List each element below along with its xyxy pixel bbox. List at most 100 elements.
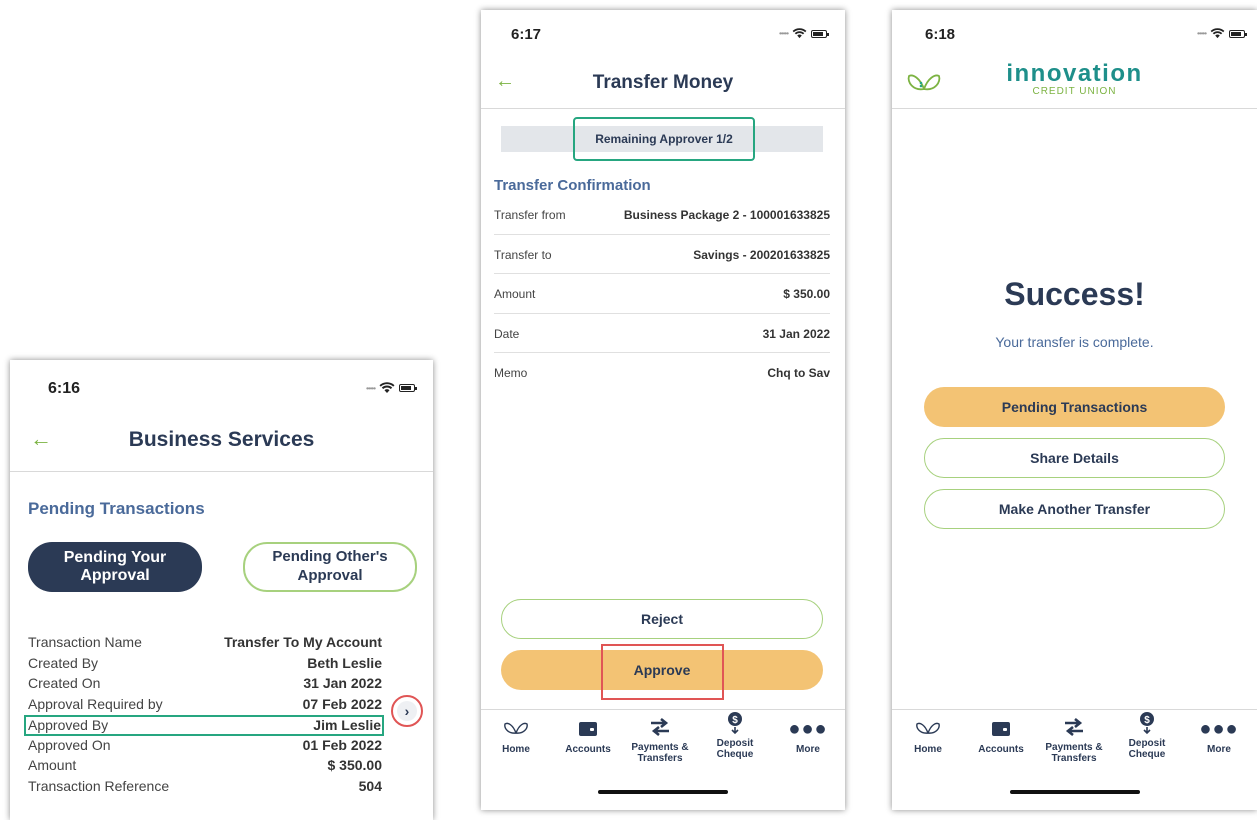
more-dots-icon: ●●● — [1199, 718, 1239, 740]
screen-transfer-money: 6:17 ••••• ← Transfer Money Remaining Ap… — [481, 10, 845, 810]
transfer-arrows-icon — [1065, 718, 1083, 736]
tab-payments-label-1: Payments & — [631, 742, 689, 753]
transfer-arrows-icon — [651, 718, 669, 736]
detail-value: 07 Feb 2022 — [302, 695, 382, 712]
status-bar: 6:17 ••••• — [481, 10, 845, 46]
svg-text:$: $ — [1144, 715, 1150, 726]
tab-deposit-cheque[interactable]: $ Deposit Cheque — [705, 712, 765, 760]
tab-payments-label-2: Transfers — [1051, 753, 1097, 764]
section-title: Transfer Confirmation — [494, 177, 651, 194]
detail-value: Jim Leslie — [313, 717, 381, 733]
home-indicator — [598, 790, 728, 794]
detail-label: Transaction Reference — [28, 777, 170, 794]
tab-pending-others-approval[interactable]: Pending Other's Approval — [243, 542, 417, 592]
page-title: Transfer Money — [592, 72, 734, 93]
tab-home[interactable]: Home — [486, 718, 546, 755]
tab-payments-transfers[interactable]: Payments & Transfers — [1044, 716, 1104, 764]
screen-success: 6:18 ••••• innovation CREDIT UNION Succe… — [892, 10, 1257, 810]
wallet-icon — [579, 722, 597, 736]
battery-icon — [811, 29, 829, 38]
share-details-label: Share Details — [1030, 450, 1119, 466]
signal-icon: ••••• — [778, 29, 789, 38]
pending-transactions-label: Pending Transactions — [1001, 399, 1148, 415]
battery-icon — [399, 384, 417, 392]
detail-row: Approved On 01 Feb 2022 — [28, 736, 382, 757]
tab-payments-label-1: Payments & — [1045, 742, 1103, 753]
bottom-tab-bar: Home Accounts Payments & Transfers $ Dep… — [892, 709, 1257, 786]
home-indicator — [1009, 790, 1140, 794]
screen-business-services: 6:16 ••••• ← Business Services Pending T… — [10, 360, 433, 820]
detail-row: Amount $ 350.00 — [494, 274, 830, 314]
transaction-details: Transaction Name Transfer To My Account … — [24, 633, 384, 798]
brand-subtitle: CREDIT UNION — [1032, 86, 1117, 97]
detail-row: Approval Required by 07 Feb 2022 — [28, 695, 382, 716]
detail-value: 01 Feb 2022 — [302, 736, 382, 753]
pending-transactions-button[interactable]: Pending Transactions — [924, 387, 1225, 427]
tab-deposit-label-2: Cheque — [716, 749, 754, 760]
detail-row: Amount $ 350.00 — [28, 756, 382, 777]
detail-value: 504 — [358, 777, 382, 794]
status-time: 6:17 — [511, 26, 542, 43]
make-another-transfer-label: Make Another Transfer — [998, 501, 1151, 517]
detail-value: 31 Jan 2022 — [762, 326, 830, 341]
reject-button[interactable]: Reject — [501, 599, 823, 639]
butterfly-icon — [916, 722, 940, 734]
reject-button-label: Reject — [640, 611, 684, 627]
detail-row: Transaction Reference 504 — [28, 777, 382, 798]
success-heading: Success! — [1004, 276, 1145, 312]
detail-label: Created On — [28, 675, 101, 691]
status-bar: 6:16 ••••• — [10, 360, 433, 397]
header-divider — [10, 471, 433, 472]
tab-accounts-label: Accounts — [978, 744, 1024, 755]
confirmation-details: Transfer from Business Package 2 - 10000… — [494, 195, 830, 393]
tab-accounts[interactable]: Accounts — [558, 718, 618, 755]
detail-label: Approval Required by — [28, 695, 163, 712]
detail-row: Date 31 Jan 2022 — [494, 314, 830, 353]
tab-more-label: More — [796, 744, 820, 755]
status-time: 6:18 — [925, 26, 956, 43]
deposit-cheque-icon: $ — [728, 712, 742, 735]
tab-payments-label-2: Transfers — [637, 753, 683, 764]
wifi-icon — [379, 382, 395, 393]
status-icons: ••••• — [1197, 28, 1247, 39]
detail-label: Transfer from — [494, 208, 566, 222]
next-transaction-button[interactable]: › — [391, 695, 423, 727]
tab-deposit-cheque[interactable]: $ Deposit Cheque — [1117, 712, 1177, 760]
detail-label: Transaction Name — [28, 634, 142, 650]
make-another-transfer-button[interactable]: Make Another Transfer — [924, 489, 1225, 529]
page-title: Business Services — [128, 428, 315, 451]
detail-value: 31 Jan 2022 — [303, 675, 382, 691]
detail-label: Amount — [494, 287, 536, 301]
tab-home-label: Home — [914, 744, 942, 755]
share-details-button[interactable]: Share Details — [924, 438, 1225, 478]
butterfly-icon — [504, 722, 528, 734]
detail-value: $ 350.00 — [327, 757, 383, 773]
detail-row: Created On 31 Jan 2022 — [28, 674, 382, 695]
tab-accounts[interactable]: Accounts — [971, 718, 1031, 755]
status-icons: ••••• — [365, 382, 417, 394]
approve-highlight-box — [601, 644, 724, 700]
tab-payments-transfers[interactable]: Payments & Transfers — [630, 716, 690, 764]
tab-pending-your-approval[interactable]: Pending Your Approval — [28, 542, 202, 592]
wifi-icon — [1210, 28, 1225, 39]
deposit-cheque-icon: $ — [1140, 712, 1154, 735]
detail-label: Approved On — [28, 736, 111, 753]
detail-label: Approved By — [28, 717, 109, 733]
tab-more[interactable]: ●●● More — [1189, 718, 1249, 755]
tab-more[interactable]: ●●● More — [778, 718, 838, 755]
detail-value: Beth Leslie — [307, 654, 382, 671]
header-divider — [481, 108, 845, 109]
signal-icon: ••••• — [365, 383, 376, 393]
tab-home[interactable]: Home — [898, 718, 958, 755]
tab-deposit-label-1: Deposit — [1128, 738, 1166, 749]
success-message: Your transfer is complete. — [995, 334, 1154, 350]
detail-label: Date — [494, 326, 520, 341]
detail-row-highlighted: Approved By Jim Leslie — [24, 715, 384, 736]
tab-pending-your-approval-label: Pending Your Approval — [63, 549, 167, 584]
tab-home-label: Home — [502, 744, 530, 755]
section-title: Pending Transactions — [28, 499, 205, 518]
detail-label: Amount — [28, 757, 77, 773]
tab-deposit-label-2: Cheque — [1128, 749, 1166, 760]
tab-accounts-label: Accounts — [565, 744, 611, 755]
detail-label: Created By — [28, 654, 99, 671]
